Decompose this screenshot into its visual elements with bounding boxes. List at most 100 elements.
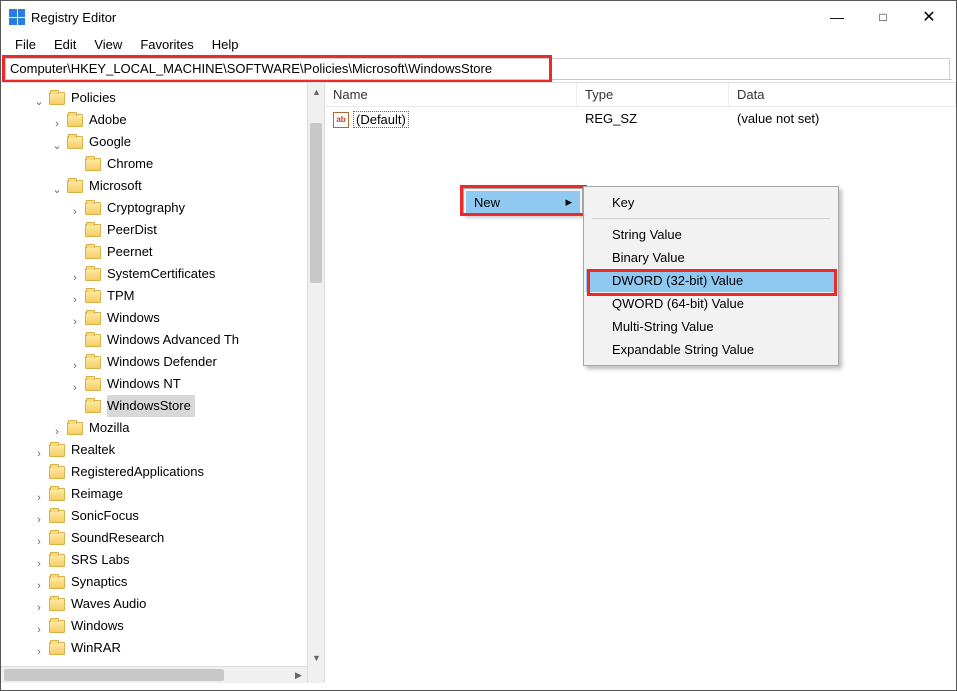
- expander-icon[interactable]: ›: [69, 355, 81, 367]
- folder-icon: [49, 598, 65, 611]
- ctx-item-dword[interactable]: DWORD (32-bit) Value: [586, 269, 836, 292]
- expander-icon[interactable]: ⌄: [33, 91, 45, 103]
- tree-label: Peernet: [107, 241, 153, 263]
- expander-icon[interactable]: ›: [33, 619, 45, 631]
- ctx-item-qword[interactable]: QWORD (64-bit) Value: [586, 292, 836, 315]
- menu-help[interactable]: Help: [204, 35, 247, 54]
- expander-icon[interactable]: ›: [69, 267, 81, 279]
- folder-icon: [49, 510, 65, 523]
- ctx-label: Expandable String Value: [612, 342, 754, 357]
- ctx-item-binary[interactable]: Binary Value: [586, 246, 836, 269]
- menu-favorites[interactable]: Favorites: [132, 35, 201, 54]
- tree-node-adobe[interactable]: ›Adobe: [67, 109, 324, 131]
- value-name: (Default): [353, 111, 409, 128]
- minimize-button[interactable]: —: [814, 2, 860, 32]
- tree-node-tpm[interactable]: ›TPM: [85, 285, 324, 307]
- tree-label: Windows: [107, 307, 160, 329]
- ctx-item-multi[interactable]: Multi-String Value: [586, 315, 836, 338]
- list-pane[interactable]: Name Type Data ab (Default) REG_SZ (valu…: [325, 83, 956, 683]
- tree-node-chrome[interactable]: Chrome: [85, 153, 324, 175]
- expander-icon[interactable]: ›: [69, 311, 81, 323]
- menubar: File Edit View Favorites Help: [1, 33, 956, 58]
- tree-node-realtek[interactable]: ›Realtek: [49, 439, 324, 461]
- value-data: (value not set): [729, 111, 956, 128]
- col-name[interactable]: Name: [325, 83, 577, 106]
- tree-node-synaptics[interactable]: ›Synaptics: [49, 571, 324, 593]
- folder-icon: [85, 378, 101, 391]
- ctx-item-new[interactable]: New ▸: [466, 191, 580, 213]
- expander-icon[interactable]: ›: [51, 113, 63, 125]
- tree-node-regapps[interactable]: RegisteredApplications: [49, 461, 324, 483]
- tree-node-sonicfocus[interactable]: ›SonicFocus: [49, 505, 324, 527]
- tree-node-google[interactable]: ⌄Google Chrome: [67, 131, 324, 175]
- address-bar[interactable]: Computer\HKEY_LOCAL_MACHINE\SOFTWARE\Pol…: [5, 58, 950, 80]
- folder-icon: [49, 642, 65, 655]
- menu-view[interactable]: View: [86, 35, 130, 54]
- close-button[interactable]: ✕: [906, 2, 952, 32]
- titlebar: Registry Editor — □ ✕: [1, 1, 956, 33]
- content-area: ⌄ Policies ›Adobe ⌄Google Chrome ⌄Micros…: [1, 82, 956, 683]
- col-data[interactable]: Data: [729, 83, 956, 106]
- expander-icon[interactable]: ›: [51, 421, 63, 433]
- address-path: Computer\HKEY_LOCAL_MACHINE\SOFTWARE\Pol…: [10, 61, 492, 76]
- tree-node-reimage[interactable]: ›Reimage: [49, 483, 324, 505]
- tree-node-windows[interactable]: ›Windows: [85, 307, 324, 329]
- expander-icon[interactable]: ›: [33, 575, 45, 587]
- tree-node-peerdist[interactable]: PeerDist: [85, 219, 324, 241]
- scroll-down-icon[interactable]: ▼: [308, 649, 325, 666]
- tree-label: SonicFocus: [71, 505, 139, 527]
- tree-node-mozilla[interactable]: ›Mozilla: [67, 417, 324, 439]
- tree-node-windowsstore[interactable]: WindowsStore: [85, 395, 324, 417]
- tree-node-windows2[interactable]: ›Windows: [49, 615, 324, 637]
- ctx-item-expand[interactable]: Expandable String Value: [586, 338, 836, 361]
- expander-icon[interactable]: ›: [33, 553, 45, 565]
- col-type[interactable]: Type: [577, 83, 729, 106]
- tree-label: PeerDist: [107, 219, 157, 241]
- tree-node-soundresearch[interactable]: ›SoundResearch: [49, 527, 324, 549]
- ctx-item-key[interactable]: Key: [586, 191, 836, 214]
- menu-edit[interactable]: Edit: [46, 35, 84, 54]
- ctx-label: Multi-String Value: [612, 319, 714, 334]
- folder-icon: [49, 620, 65, 633]
- expander-icon[interactable]: ›: [69, 201, 81, 213]
- expander-icon[interactable]: ⌄: [51, 135, 63, 147]
- expander-icon[interactable]: ›: [33, 531, 45, 543]
- expander-icon[interactable]: ›: [33, 443, 45, 455]
- scroll-right-icon[interactable]: ▶: [290, 667, 307, 683]
- folder-icon: [85, 246, 101, 259]
- tree-label: SRS Labs: [71, 549, 130, 571]
- expander-icon[interactable]: ›: [33, 641, 45, 653]
- maximize-button[interactable]: □: [860, 2, 906, 32]
- menu-file[interactable]: File: [7, 35, 44, 54]
- expander-icon[interactable]: ›: [33, 509, 45, 521]
- expander-icon[interactable]: ›: [33, 487, 45, 499]
- tree-node-windows-adv[interactable]: Windows Advanced Th: [85, 329, 324, 351]
- tree-label: Windows Defender: [107, 351, 217, 373]
- tree-node-waves[interactable]: ›Waves Audio: [49, 593, 324, 615]
- tree-node-windows-nt[interactable]: ›Windows NT: [85, 373, 324, 395]
- tree-node-policies[interactable]: ⌄ Policies ›Adobe ⌄Google Chrome ⌄Micros…: [49, 87, 324, 439]
- tree-node-winrar[interactable]: ›WinRAR: [49, 637, 324, 659]
- tree-node-srs[interactable]: ›SRS Labs: [49, 549, 324, 571]
- context-submenu-new: Key String Value Binary Value DWORD (32-…: [583, 186, 839, 366]
- tree-label: Realtek: [71, 439, 115, 461]
- scroll-thumb[interactable]: [4, 669, 224, 681]
- ctx-item-string[interactable]: String Value: [586, 223, 836, 246]
- tree-node-systemcertificates[interactable]: ›SystemCertificates: [85, 263, 324, 285]
- value-row-default[interactable]: ab (Default) REG_SZ (value not set): [325, 107, 956, 128]
- tree-node-peernet[interactable]: Peernet: [85, 241, 324, 263]
- tree-pane[interactable]: ⌄ Policies ›Adobe ⌄Google Chrome ⌄Micros…: [1, 83, 325, 683]
- tree-node-microsoft[interactable]: ⌄Microsoft ›Cryptography PeerDist Peerne…: [67, 175, 324, 417]
- expander-icon[interactable]: ⌄: [51, 179, 63, 191]
- scroll-thumb[interactable]: [310, 123, 322, 283]
- expander-icon[interactable]: ›: [69, 377, 81, 389]
- tree-scrollbar-horizontal[interactable]: ◀ ▶: [1, 666, 307, 683]
- context-menu-new: New ▸: [463, 188, 583, 216]
- tree-label: Policies: [71, 87, 116, 109]
- tree-scrollbar-vertical[interactable]: ▲ ▼: [307, 83, 324, 683]
- tree-node-windows-defender[interactable]: ›Windows Defender: [85, 351, 324, 373]
- tree-node-cryptography[interactable]: ›Cryptography: [85, 197, 324, 219]
- scroll-up-icon[interactable]: ▲: [308, 83, 325, 100]
- expander-icon[interactable]: ›: [69, 289, 81, 301]
- expander-icon[interactable]: ›: [33, 597, 45, 609]
